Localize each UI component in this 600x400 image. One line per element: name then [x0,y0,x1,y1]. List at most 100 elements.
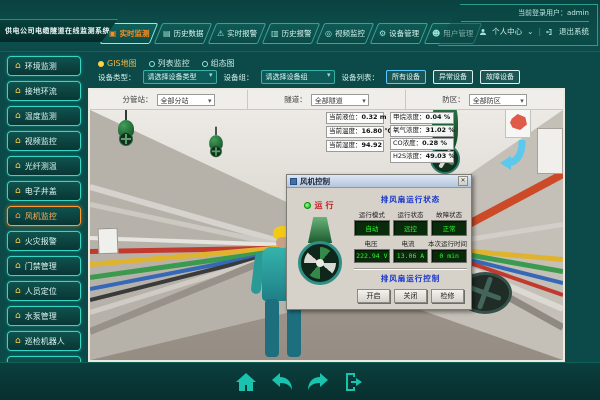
sidebar-item-fiber-temp[interactable]: ⌂ 光纤测温 [7,156,81,176]
sidebar-item-access-control[interactable]: ⌂门禁管理 [7,256,81,276]
user-manage-icon: ☻ [432,29,440,38]
wall-sign [98,228,119,255]
device-manage-icon: ⚙ [379,29,386,38]
abnormal-devices-button[interactable]: 异常设备 [433,70,473,84]
sidebar-item-personnel[interactable]: ⌂人员定位 [7,281,81,301]
view-mode-radios: GIS地图 列表监控 组态图 [98,58,235,69]
sidebar-item-video[interactable]: ⌂视频监控 [7,131,81,151]
user-zone: 当前登录用户：admin 个人中心 ⌄ | 退出系统 [438,4,598,46]
device-type-label: 设备类型： [98,72,136,83]
station-select[interactable]: 全部分站 [157,94,215,106]
fault-devices-button[interactable]: 故障设备 [480,70,520,84]
ceiling-fan-2[interactable] [209,127,223,158]
sidebar-item-manhole[interactable]: ⌂ 电子井盖 [7,181,81,201]
tunnel-select[interactable]: 全部隧道 [311,94,369,106]
back-icon[interactable] [270,370,294,394]
divider: | [538,27,541,36]
dialog-titlebar[interactable]: 风机控制 ✕ [287,175,471,188]
tab-device-manage[interactable]: ⚙设备管理 [370,23,428,44]
sidebar-item-label: 光纤测温 [25,161,57,172]
fault-state-label: 故障状态 [431,209,467,219]
fan-start-button[interactable]: 开启 [357,289,390,303]
fan-graphic-motor [308,217,332,243]
close-icon[interactable]: ✕ [458,176,468,186]
exit-icon[interactable] [342,370,366,394]
tab-history-data[interactable]: ▤历史数据 [154,23,212,44]
radio-dot [98,61,104,67]
viewer-filter-bar: 分管站： 全部分站 隧道： 全部隧道 防区： 全部防区 [90,90,563,110]
radio-config-view[interactable]: 组态图 [202,58,235,69]
module-icon: ⌂ [15,187,21,196]
video-monitor-icon: ◎ [325,29,332,38]
radio-dot [149,61,155,67]
station-label: 分管站： [123,94,153,105]
app-title-banner: 供电公司电缆隧道在线监测系统 [0,19,118,42]
sidebar-item-label: 火灾报警 [25,236,57,247]
module-icon: ⌂ [15,87,21,96]
reading-methane: 甲烷浓度：0.04 % [390,112,454,124]
sidebar-item-label: 水泵管理 [25,311,57,322]
fan-stop-button[interactable]: 关闭 [394,289,427,303]
run-mode-label: 运行模式 [354,209,390,219]
navigate-arrow-icon[interactable] [498,140,526,172]
sidebar-item-environment[interactable]: ⌂环境监测 [7,56,81,76]
sidebar: ⌂环境监测 ⌂接地环流 ⌂温度监测 ⌂视频监控 ⌂光纤测温 ⌂电子井盖 ⌂风机监… [0,56,88,376]
module-icon: ⌂ [15,162,21,171]
dialog-divider [354,268,467,270]
home-icon[interactable] [234,370,258,394]
sidebar-item-pump[interactable]: ⌂水泵管理 [7,306,81,326]
header: 供电公司电缆隧道在线监测系统 ▣实时监测 ▤历史数据 ⚠实时报警 ▥历史报警 ◎… [0,0,600,52]
run-mode-value: 自动 [354,220,390,236]
history-data-icon: ▤ [163,29,171,38]
mini-map-thumbnail[interactable] [505,110,531,138]
ceiling-fan-1[interactable] [118,110,134,146]
sidebar-item-label: 接地环流 [25,86,57,97]
device-list-label: 设备列表： [342,72,380,83]
logout-link[interactable]: 退出系统 [559,26,589,37]
sidebar-item-fire-alarm[interactable]: ⌂火灾报警 [7,231,81,251]
realtime-monitor-icon: ▣ [109,29,117,38]
sidebar-item-temperature[interactable]: ⌂温度监测 [7,106,81,126]
device-type-select[interactable]: 请选择设备类型 [143,70,217,84]
reading-oxygen: 氧气浓度：31.02 % [390,125,454,137]
tab-history-alarm[interactable]: ▥历史报警 [262,23,320,44]
runtime-label: 本次运行时间 [428,238,467,248]
tab-label: 实时监测 [119,28,149,39]
personal-center-link[interactable]: 个人中心 [492,26,522,37]
sidebar-item-robot[interactable]: ⌂巡检机器人 [7,331,81,351]
device-filter-row: 设备类型： 请选择设备类型 设备组： 请选择设备组 设备列表： 所有设备 异常设… [98,70,520,84]
sidebar-item-label: 温度监测 [25,111,57,122]
radio-gis-map[interactable]: GIS地图 [98,58,137,69]
module-icon: ⌂ [15,262,21,271]
tab-realtime-alarm[interactable]: ⚠实时报警 [208,23,266,44]
all-devices-button[interactable]: 所有设备 [386,70,426,84]
sidebar-item-label: 电子井盖 [25,186,57,197]
reading-temperature: 当前温度：16.80 ℃ [326,126,384,138]
device-group-select[interactable]: 请选择设备组 [261,70,335,84]
zone-select[interactable]: 全部防区 [469,94,527,106]
voltage-label: 电压 [354,238,388,248]
tab-label: 视频监控 [335,28,365,39]
radio-label: 列表监控 [158,58,190,69]
wall-cabinet [537,128,563,174]
fan-control-dialog: 风机控制 ✕ 运行 排风扇运行状态 运行模式 运行状态 [286,174,472,310]
voltage-value: 222.94 V [354,249,390,263]
radio-list-monitor[interactable]: 列表监控 [149,58,190,69]
radio-label: 组态图 [211,58,235,69]
history-alarm-icon: ▥ [271,29,279,38]
sidebar-item-ground-current[interactable]: ⌂ 接地环流 [7,81,81,101]
tab-label: 历史数据 [173,28,203,39]
sidebar-item-label: 风机监控 [25,211,57,222]
forward-icon[interactable] [306,370,330,394]
tunnel-3d-scene[interactable]: 当前液位：0.32 m 当前温度：16.80 ℃ 当前湿度：94.92 甲烷浓度… [90,110,563,360]
run-state-value: 远控 [393,220,429,236]
reading-humidity: 当前湿度：94.92 [326,140,384,152]
module-icon: ⌂ [15,137,21,146]
sidebar-item-fan-monitor[interactable]: ⌂风机监控 [7,206,81,226]
tab-video-monitor[interactable]: ◎视频监控 [316,23,374,44]
run-status-led [304,202,311,209]
fan-maintenance-button[interactable]: 检修 [431,289,464,303]
main-nav: ▣实时监测 ▤历史数据 ⚠实时报警 ▥历史报警 ◎视频监控 ⚙设备管理 ☻用户管… [104,23,478,44]
module-icon: ⌂ [15,287,21,296]
tunnel-viewer-window: 分管站： 全部分站 隧道： 全部隧道 防区： 全部防区 [88,88,565,362]
